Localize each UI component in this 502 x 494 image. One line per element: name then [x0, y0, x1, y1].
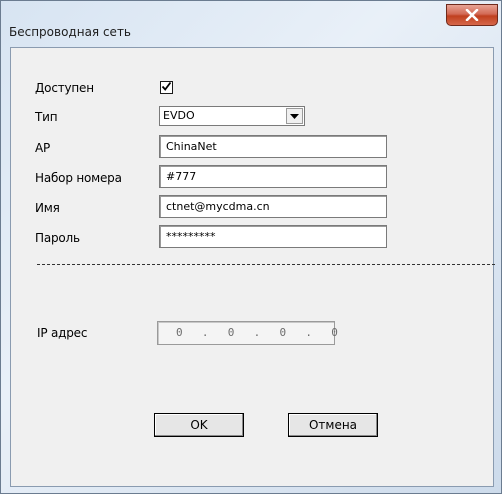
- enabled-label: Доступен: [35, 81, 94, 95]
- ip-label: IP адрес: [37, 326, 88, 340]
- close-icon: [465, 9, 479, 21]
- type-select-value: EVDO: [163, 109, 195, 122]
- ap-input-value: ChinaNet: [166, 140, 217, 153]
- ip-address-field[interactable]: 0 . 0 . 0 . 0: [157, 321, 338, 345]
- ap-label: AP: [35, 141, 51, 155]
- checkmark-icon: [161, 81, 172, 95]
- password-input-value: *********: [166, 230, 216, 243]
- type-label: Тип: [35, 110, 58, 124]
- type-select[interactable]: EVDO: [159, 106, 305, 126]
- user-label: Имя: [35, 201, 60, 215]
- password-input[interactable]: *********: [159, 225, 387, 248]
- ip-address-value: 0 . 0 . 0 . 0: [176, 326, 340, 339]
- ap-input[interactable]: ChinaNet: [159, 135, 387, 158]
- close-button[interactable]: [446, 4, 498, 26]
- cancel-button[interactable]: Отмена: [288, 413, 378, 437]
- window-title: Беспроводная сеть: [9, 25, 132, 39]
- user-input-value: ctnet@mycdma.cn: [166, 200, 270, 213]
- ok-button[interactable]: OK: [154, 413, 244, 437]
- dial-label: Набор номера: [35, 171, 122, 185]
- dialog-window: Беспроводная сеть Доступен Тип EVDO AP C…: [0, 0, 502, 494]
- title-bar[interactable]: Беспроводная сеть: [1, 1, 501, 47]
- password-label: Пароль: [35, 231, 80, 245]
- dial-input[interactable]: #777: [159, 165, 387, 188]
- dial-input-value: #777: [166, 170, 197, 183]
- chevron-down-icon: [290, 109, 299, 123]
- dialog-body: Доступен Тип EVDO AP ChinaNet Набор номе…: [10, 47, 495, 487]
- section-divider: [37, 264, 495, 265]
- user-input[interactable]: ctnet@mycdma.cn: [159, 195, 387, 218]
- type-select-arrow[interactable]: [286, 108, 303, 124]
- enabled-checkbox[interactable]: [160, 81, 173, 94]
